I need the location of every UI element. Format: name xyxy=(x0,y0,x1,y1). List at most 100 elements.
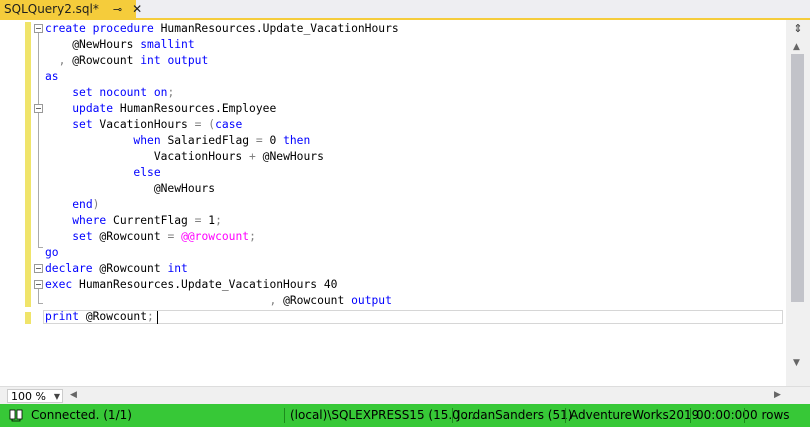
code-token: int output xyxy=(140,54,209,67)
code-line[interactable]: as xyxy=(45,69,399,85)
collapse-icon[interactable] xyxy=(34,280,43,289)
text-caret xyxy=(157,311,158,324)
document-tab-strip: SQLQuery2.sql* ⊸ ✕ xyxy=(0,0,810,20)
code-line[interactable]: set @Rowcount = @@rowcount; xyxy=(45,229,399,245)
editor-bottom-bar: 100 % ▼ ◀ ▶ xyxy=(0,386,810,404)
row-count: 0 rows xyxy=(750,408,790,422)
code-token: @Rowcount xyxy=(79,310,148,323)
code-token: int xyxy=(167,262,188,275)
code-line[interactable]: declare @Rowcount int xyxy=(45,261,399,277)
code-token: declare xyxy=(45,262,93,275)
scroll-down-icon[interactable]: ▼ xyxy=(793,358,800,368)
outline-end xyxy=(38,247,43,248)
query-editor[interactable]: create procedure HumanResources.Update_V… xyxy=(0,20,786,386)
split-editor-icon[interactable]: ⇕ xyxy=(791,22,805,36)
scroll-thumb[interactable] xyxy=(791,54,804,302)
code-token: as xyxy=(45,70,59,83)
code-token: where xyxy=(72,214,107,227)
code-token: @Rowcount xyxy=(92,262,168,275)
code-token: end xyxy=(72,198,93,211)
chevron-down-icon: ▼ xyxy=(53,392,60,401)
zoom-value: 100 % xyxy=(11,390,46,403)
code-token: 1 xyxy=(201,214,216,227)
code-token: when xyxy=(133,134,161,147)
status-bar: Connected. (1/1) (local)\SQLEXPRESS15 (1… xyxy=(0,404,810,427)
outline-line xyxy=(38,33,39,247)
code-line[interactable]: @NewHours xyxy=(45,181,399,197)
collapse-icon[interactable] xyxy=(34,264,43,273)
code-token: create procedure xyxy=(45,22,154,35)
tab-title: SQLQuery2.sql* xyxy=(4,2,99,16)
code-line[interactable]: print @Rowcount; xyxy=(45,309,399,325)
code-token: ) xyxy=(92,198,100,211)
code-line[interactable]: set VacationHours = (case xyxy=(45,117,399,133)
code-token: @Rowcount xyxy=(276,294,352,307)
code-token: ; xyxy=(147,310,154,323)
code-token: ; xyxy=(249,230,256,243)
code-token: @NewHours xyxy=(45,38,141,51)
collapse-icon[interactable] xyxy=(34,104,43,113)
code-line[interactable]: end) xyxy=(45,197,399,213)
code-token: update xyxy=(72,102,114,115)
vertical-scrollbar[interactable]: ⇕ ▲ ▼ xyxy=(786,20,810,386)
code-line[interactable]: VacationHours + @NewHours xyxy=(45,149,399,165)
code-token: ; xyxy=(167,86,175,99)
code-token: SalariedFlag xyxy=(160,134,256,147)
sql-code[interactable]: create procedure HumanResources.Update_V… xyxy=(45,21,399,325)
code-line[interactable]: , @Rowcount output xyxy=(45,293,399,309)
code-token: smallint xyxy=(140,38,195,51)
outline-line xyxy=(38,289,39,303)
close-icon[interactable]: ✕ xyxy=(132,2,142,16)
code-token: @Rowcount xyxy=(92,230,168,243)
code-line[interactable]: where CurrentFlag = 1; xyxy=(45,213,399,229)
code-line[interactable]: set nocount on; xyxy=(45,85,399,101)
code-token: output xyxy=(351,294,392,307)
code-token: = xyxy=(255,134,263,147)
code-line[interactable]: exec HumanResources.Update_VacationHours… xyxy=(45,277,399,293)
code-line[interactable]: , @Rowcount int output xyxy=(45,53,399,69)
code-line[interactable]: go xyxy=(45,245,399,261)
collapse-icon[interactable] xyxy=(34,24,43,33)
scroll-right-icon[interactable]: ▶ xyxy=(774,390,781,400)
code-token: else xyxy=(133,166,161,179)
code-token: 0 xyxy=(262,134,284,147)
outline-end xyxy=(38,303,43,304)
code-token: VacationHours xyxy=(45,150,250,163)
change-indicator xyxy=(25,312,31,324)
status-separator xyxy=(452,408,453,423)
elapsed-time: 00:00:00 xyxy=(696,408,750,422)
code-token: VacationHours xyxy=(92,118,195,131)
pin-icon[interactable]: ⊸ xyxy=(113,3,122,16)
code-line[interactable]: update HumanResources.Employee xyxy=(45,101,399,117)
code-line[interactable]: when SalariedFlag = 0 then xyxy=(45,133,399,149)
code-token: go xyxy=(45,246,59,259)
code-token: set nocount on xyxy=(72,86,168,99)
code-token: exec xyxy=(45,278,73,291)
code-line[interactable]: else xyxy=(45,165,399,181)
status-separator xyxy=(690,408,691,423)
code-token: ; xyxy=(215,214,222,227)
tab-sqlquery2[interactable]: SQLQuery2.sql* ⊸ ✕ xyxy=(0,0,142,18)
code-token: HumanResources.Employee xyxy=(113,102,277,115)
code-line[interactable]: @NewHours smallint xyxy=(45,37,399,53)
scroll-left-icon[interactable]: ◀ xyxy=(70,390,77,400)
code-token: @@rowcount xyxy=(181,230,250,243)
zoom-select[interactable]: 100 % ▼ xyxy=(7,389,63,403)
scroll-up-icon[interactable]: ▲ xyxy=(793,42,800,52)
connected-icon xyxy=(9,409,23,422)
code-token: @Rowcount xyxy=(65,54,141,67)
code-token: + xyxy=(249,150,256,163)
code-token: HumanResources.Update_VacationHours xyxy=(153,22,399,35)
code-line[interactable]: create procedure HumanResources.Update_V… xyxy=(45,21,399,37)
code-token: set xyxy=(72,118,93,131)
status-separator xyxy=(565,408,566,423)
